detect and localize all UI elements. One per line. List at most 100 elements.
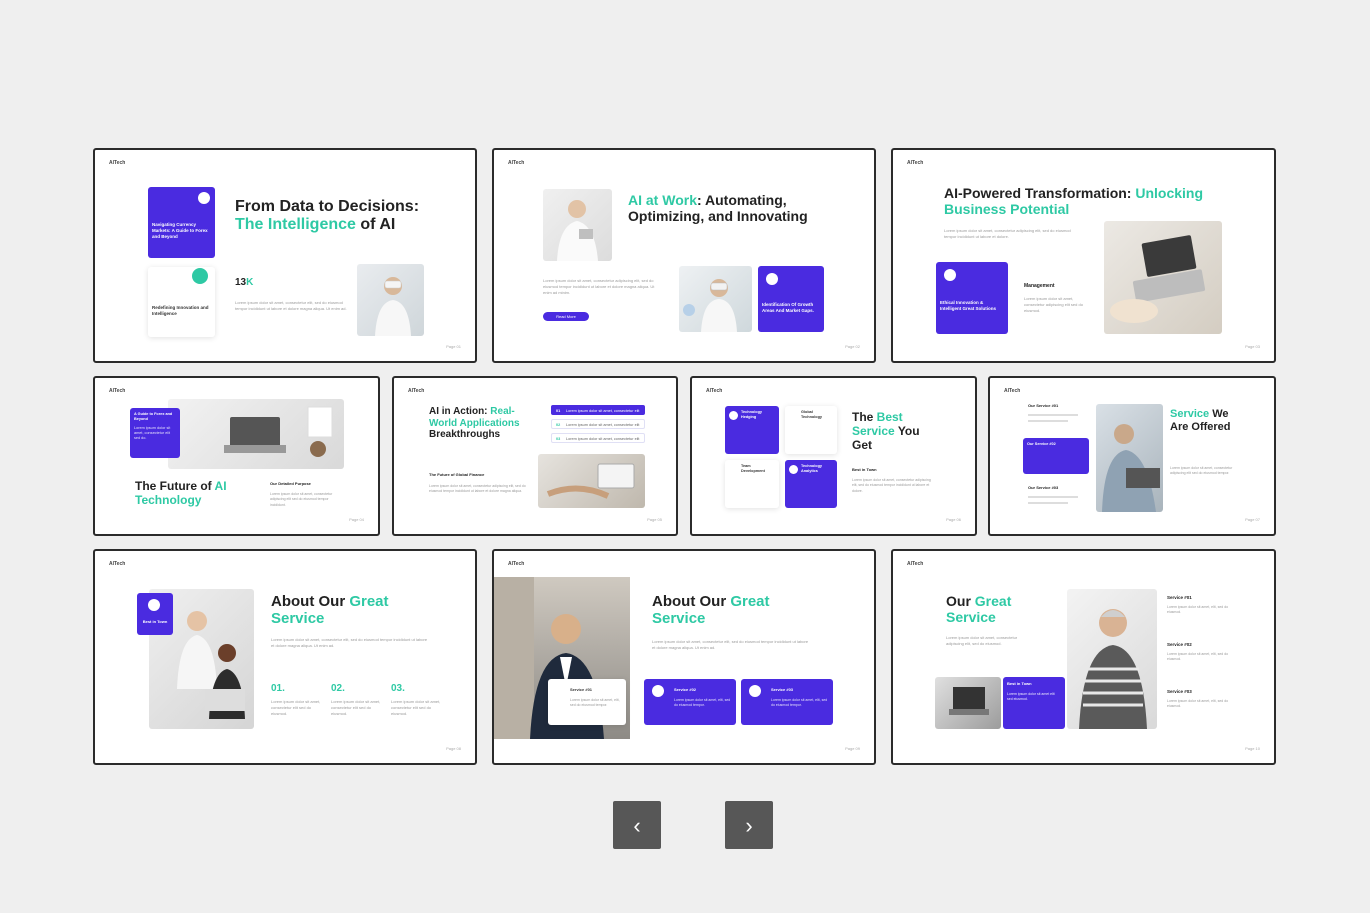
step-number: 02. (331, 683, 345, 694)
body-text: Lorem ipsum dolor sit amet, consectetur … (271, 637, 428, 648)
feature-card: Navigating Currency Markets: A Guide to … (148, 187, 215, 258)
chevron-left-icon: ‹ (633, 813, 641, 838)
page-number: Page 02 (845, 344, 860, 349)
slide-title: About Our Great Service (271, 593, 389, 628)
body-text: Lorem ipsum dolor sit amet, consectetur … (1170, 466, 1233, 476)
text-line (1028, 502, 1068, 504)
slide-thumbnail-3[interactable]: AITech AI-Powered Transformation: Unlock… (891, 148, 1276, 363)
brand-label: AITech (706, 388, 723, 394)
body-text: Lorem ipsum dolor sit amet, consectetur … (429, 484, 526, 494)
accent-dot (192, 268, 208, 284)
page-number: Page 09 (845, 746, 860, 751)
vr-photo (679, 266, 752, 332)
list-item: 01 Lorem ipsum dolor sit amet, consectetu… (551, 405, 645, 415)
previous-button[interactable]: ‹ (613, 801, 661, 849)
service-label: Our Service #01 (1028, 403, 1059, 408)
feature-card: Ethical Innovation & Intelligent Great S… (936, 262, 1008, 334)
brand-label: AITech (109, 388, 126, 394)
body-text: Lorem ipsum dolor sit amet, consectetur … (652, 639, 809, 650)
section-heading: Management (1024, 283, 1055, 289)
slide-title: About Our Great Service (652, 593, 770, 628)
slide-thumbnail-8[interactable]: AITech Best in Town About Our Great Serv… (93, 549, 477, 765)
laptop-photo (935, 677, 1001, 729)
body-text: Lorem ipsum dolor sit amet, elit, sed do… (1167, 652, 1229, 662)
slide-thumbnail-9[interactable]: AITech About Our Great Service Lorem ips… (492, 549, 876, 765)
body-text: Lorem ipsum dolor sit amet, consectetur … (271, 699, 321, 716)
stat-value: 13K (235, 277, 254, 288)
feature-card: Identification Of Growth Areas And Marke… (758, 266, 824, 332)
service-card: Service #03 Lorem ipsum dolor sit amet, … (741, 679, 833, 725)
slide-thumbnail-10[interactable]: AITech Our Great Service Lorem ipsum dol… (891, 549, 1276, 765)
card-icon (789, 465, 798, 474)
page-number: Page 03 (1245, 344, 1260, 349)
body-text: Lorem ipsum dolor sit amet, consectetur … (944, 228, 1071, 239)
page-number: Page 07 (1245, 517, 1260, 522)
feature-card: A Guide to Forex and Beyond Lorem ipsum … (130, 408, 180, 458)
info-card: Global Technology (785, 406, 837, 454)
slide-thumbnail-1[interactable]: AITech Navigating Currency Markets: A Gu… (93, 148, 477, 363)
card-icon (766, 273, 778, 285)
section-heading: Our Detailed Purpose (270, 481, 311, 486)
page-number: Page 06 (946, 517, 961, 522)
page-number: Page 10 (1245, 746, 1260, 751)
read-more-button[interactable]: Read More (543, 312, 589, 321)
step-number: 01. (271, 683, 285, 694)
body-text: Lorem ipsum dolor sit amet, consectetur … (852, 478, 931, 493)
brand-label: AITech (109, 561, 126, 567)
body-text: Lorem ipsum dolor sit amet, consectetur … (946, 635, 1018, 646)
slide-title: From Data to Decisions: The Intelligence… (235, 198, 420, 234)
card-icon (198, 192, 210, 204)
feature-card: Technology Hedging (725, 406, 779, 454)
card-icon (729, 411, 738, 420)
slide-thumbnail-4[interactable]: AITech A Guide to Forex and Beyond Lorem… (93, 376, 380, 536)
slide-thumbnail-2[interactable]: AITech AI at Work: Automating, Optimizin… (492, 148, 876, 363)
next-button[interactable]: › (725, 801, 773, 849)
info-card: Team Development (725, 460, 779, 508)
page-number: Page 05 (647, 517, 662, 522)
step-number: 03. (391, 683, 405, 694)
page-number: Page 08 (446, 746, 461, 751)
service-label: Service #02 (1167, 642, 1192, 647)
handshake-photo (538, 454, 645, 508)
body-text: Lorem ipsum dolor sit amet, consectetur … (331, 699, 381, 716)
brand-label: AITech (408, 388, 425, 394)
text-line (1028, 420, 1068, 422)
body-text: Lorem ipsum dolor sit amet, elit, sed do… (1167, 605, 1229, 615)
desk-photo (168, 399, 344, 469)
brand-label: AITech (907, 160, 924, 166)
slide-title: The Future of AI Technology (135, 479, 227, 507)
feature-card: Technology Analytics (785, 460, 837, 508)
slide-title: AI in Action: Real-World Applications Br… (429, 406, 520, 440)
body-text: Lorem ipsum dolor sit amet, consectetur … (1024, 296, 1083, 313)
card-icon (944, 269, 956, 281)
service-label: Service #03 (1167, 689, 1192, 694)
laptop-photo (1096, 404, 1163, 512)
brand-label: AITech (907, 561, 924, 567)
slide-title: Service We Are Offered (1170, 408, 1231, 433)
body-text: Lorem ipsum dolor sit amet, consectetur … (391, 699, 441, 716)
brand-label: AITech (109, 160, 126, 166)
card-icon (148, 599, 160, 611)
service-label: Our Service #03 (1028, 485, 1059, 490)
body-text: Lorem ipsum dolor sit amet, elit, sed do… (1167, 699, 1229, 709)
feature-card: Our Service #02 (1023, 438, 1089, 474)
slide-thumbnail-7[interactable]: AITech Our Service #01 Our Service #02 O… (988, 376, 1276, 536)
person-photo (543, 189, 612, 261)
badge-card: Best in Town (137, 593, 173, 635)
slide-thumbnail-5[interactable]: AITech AI in Action: Real-World Applicat… (392, 376, 678, 536)
laptop-photo (1104, 221, 1222, 334)
slide-title: Our Great Service (946, 593, 1012, 626)
section-heading: Best in Town (852, 467, 877, 472)
badge-card: Best in Town Lorem ipsum dolor sit amet … (1003, 677, 1065, 729)
text-line (1028, 414, 1078, 416)
page-number: Page 04 (349, 517, 364, 522)
vr-photo (357, 264, 424, 336)
slide-title: AI at Work: Automating, Optimizing, and … (628, 192, 808, 225)
brand-label: AITech (1004, 388, 1021, 394)
slide-title: AI-Powered Transformation: Unlocking Bus… (944, 185, 1204, 218)
service-card: Service #02 Lorem ipsum dolor sit amet, … (644, 679, 736, 725)
card-icon (749, 685, 761, 697)
body-text: Lorem ipsum dolor sit amet, consectetur … (543, 278, 655, 295)
body-text: Lorem ipsum dolor sit amet, consectetur … (270, 492, 333, 507)
slide-thumbnail-6[interactable]: AITech Technology Hedging Global Technol… (690, 376, 977, 536)
